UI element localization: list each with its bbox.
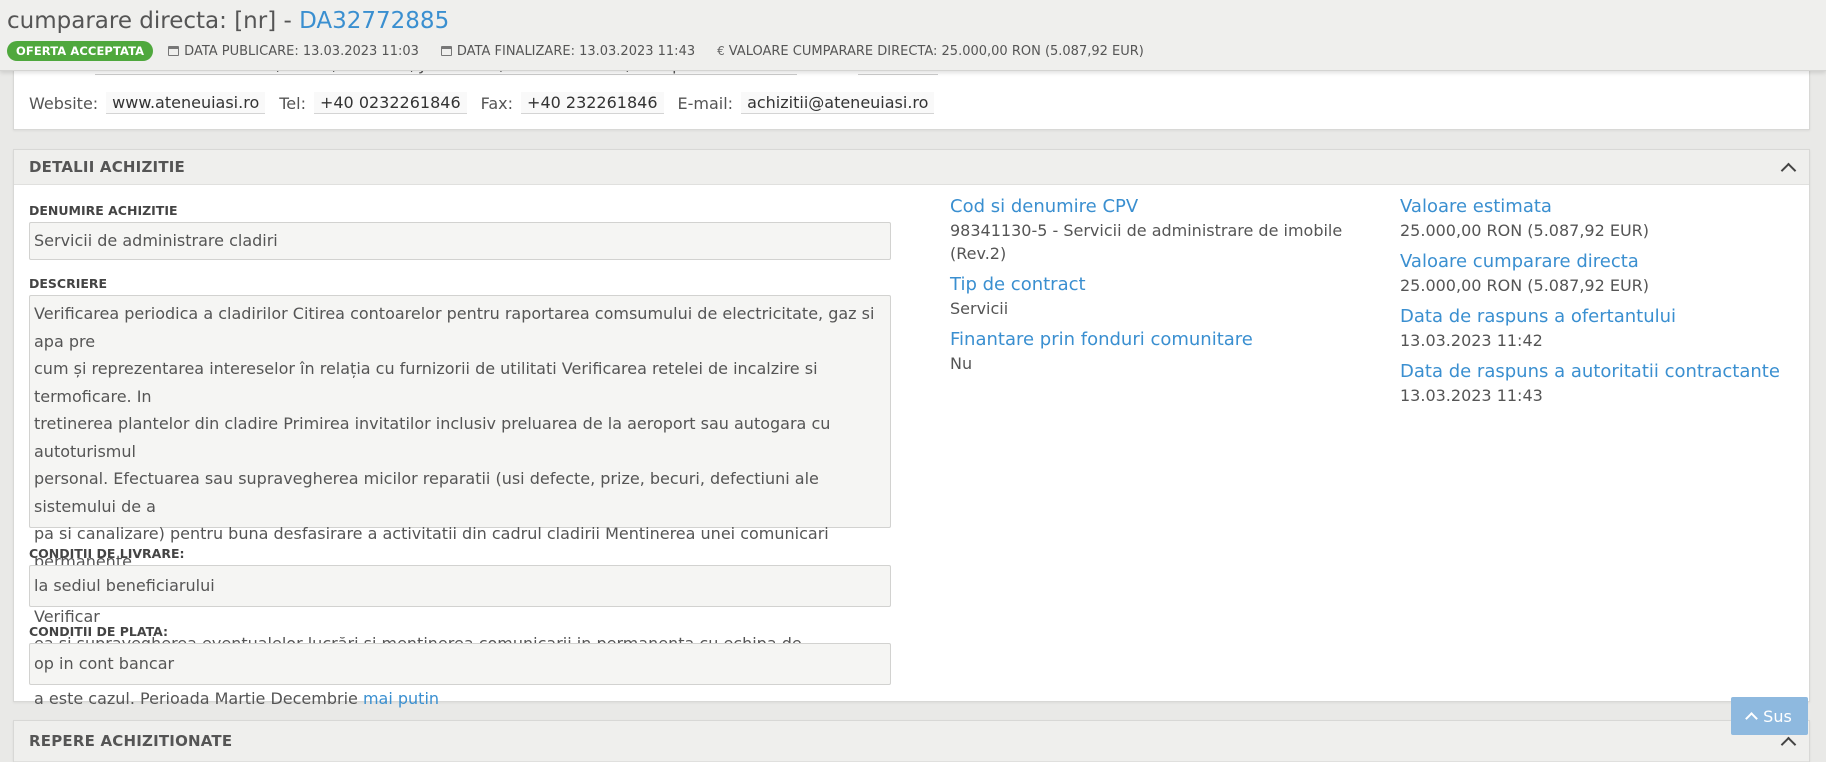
- publish-date-text: DATA PUBLICARE: 13.03.2023 11:03: [184, 43, 419, 59]
- cpv-value-line: (Rev.2): [950, 244, 1007, 263]
- repere-title: REPERE ACHIZITIONATE: [29, 732, 233, 750]
- delivery-label: CONDITII DE LIVRARE:: [29, 546, 185, 561]
- cpv-value: 98341130-5 - Servicii de administrare de…: [950, 219, 1342, 265]
- website-value[interactable]: www.ateneuiasi.ro: [106, 92, 266, 114]
- authority-date-value: 13.03.2023 11:43: [1400, 386, 1543, 405]
- description-line: personal. Efectuarea sau supravegherea m…: [34, 469, 819, 516]
- bidder-date-label: Data de raspuns a ofertantului: [1400, 306, 1677, 327]
- payment-label: CONDITII DE PLATA:: [29, 624, 169, 639]
- publish-date: DATA PUBLICARE: 13.03.2023 11:03: [168, 44, 419, 59]
- direct-value: € VALOARE CUMPARARE DIRECTA: 25.000,00 R…: [717, 44, 1144, 59]
- description-line: a este cazul. Perioada Martie Decembrie: [34, 689, 363, 708]
- contract-type-label: Tip de contract: [950, 274, 1086, 295]
- eu-funds-label: Finantare prin fonduri comunitare: [950, 329, 1253, 350]
- chevron-up-icon[interactable]: [1780, 736, 1797, 752]
- direct-value-amount: 25.000,00 RON (5.087,92 EUR): [1400, 276, 1650, 295]
- details-panel: DETALII ACHIZITIE DENUMIRE ACHIZITIE Ser…: [13, 149, 1810, 708]
- repere-panel: REPERE ACHIZITIONATE: [13, 720, 1810, 762]
- header-meta: OFERTA ACCEPTATA DATA PUBLICARE: 13.03.2…: [7, 40, 1166, 62]
- fax-label: Fax:: [480, 93, 514, 113]
- page-title: cumparare directa: [nr] - DA32772885: [7, 8, 449, 34]
- details-panel-header[interactable]: DETALII ACHIZITIE: [14, 150, 1809, 185]
- delivery-field: la sediul beneficiarului: [29, 565, 891, 607]
- description-line: tretinerea plantelor din cladire Primire…: [34, 414, 831, 461]
- website-label: Website:: [29, 93, 99, 113]
- procedure-info-column: Cod si denumire CPV 98341130-5 - Servici…: [950, 196, 1342, 384]
- value-info-column: Valoare estimata 25.000,00 RON (5.087,92…: [1400, 196, 1780, 416]
- description-line: cum și reprezentarea intereselor în rela…: [34, 359, 818, 406]
- status-badge: OFERTA ACCEPTATA: [7, 41, 154, 61]
- scroll-top-label: Sus: [1763, 706, 1792, 726]
- authority-date-label: Data de raspuns a autoritatii contractan…: [1400, 361, 1780, 382]
- eu-funds-value: Nu: [950, 354, 973, 373]
- euro-icon: €: [717, 44, 725, 58]
- payment-field: op in cont bancar: [29, 643, 891, 685]
- contract-type-value: Servicii: [950, 299, 1009, 318]
- chevron-up-icon: [1745, 712, 1759, 725]
- bidder-date-value: 13.03.2023 11:42: [1400, 331, 1543, 350]
- email-value[interactable]: achizitii@ateneuiasi.ro: [741, 92, 935, 114]
- estimated-value: 25.000,00 RON (5.087,92 EUR): [1400, 221, 1650, 240]
- name-label: DENUMIRE ACHIZITIE: [29, 203, 178, 218]
- email-label: E-mail:: [677, 93, 734, 113]
- page-header: cumparare directa: [nr] - DA32772885 OFE…: [0, 0, 1826, 71]
- tel-label: Tel:: [279, 93, 306, 113]
- title-prefix: cumparare directa: [nr] -: [7, 8, 300, 34]
- calendar-icon: [168, 46, 180, 56]
- name-field: Servicii de administrare cladiri: [29, 222, 891, 260]
- cpv-value-line: 98341130-5 - Servicii de administrare de…: [950, 221, 1343, 240]
- direct-value-label: Valoare cumparare directa: [1400, 251, 1639, 272]
- estimated-value-label: Valoare estimata: [1400, 196, 1552, 217]
- description-label: DESCRIERE: [29, 276, 108, 291]
- description-line: Verificarea periodica a cladirilor Citir…: [34, 304, 875, 351]
- direct-value-text: VALOARE CUMPARARE DIRECTA: 25.000,00 RON…: [728, 43, 1144, 59]
- contact-row: Website: www.ateneuiasi.ro Tel: +40 0232…: [29, 92, 948, 114]
- final-date: DATA FINALIZARE: 13.03.2023 11:43: [440, 43, 696, 59]
- final-date-text: DATA FINALIZARE: 13.03.2023 11:43: [456, 43, 696, 59]
- calendar-icon: [440, 46, 452, 56]
- description-field: Verificarea periodica a cladirilor Citir…: [29, 295, 891, 708]
- show-less-link[interactable]: mai putin: [363, 689, 439, 708]
- fax-value: +40 232261846: [521, 92, 664, 114]
- chevron-up-icon[interactable]: [1780, 162, 1797, 178]
- scroll-top-button[interactable]: Sus: [1731, 697, 1808, 735]
- tel-value: +40 0232261846: [313, 92, 467, 114]
- description-line-last: a este cazul. Perioada Martie Decembrie …: [34, 685, 886, 713]
- cpv-label: Cod si denumire CPV: [950, 196, 1139, 217]
- details-title: DETALII ACHIZITIE: [29, 158, 185, 176]
- procedure-code: DA32772885: [299, 8, 450, 34]
